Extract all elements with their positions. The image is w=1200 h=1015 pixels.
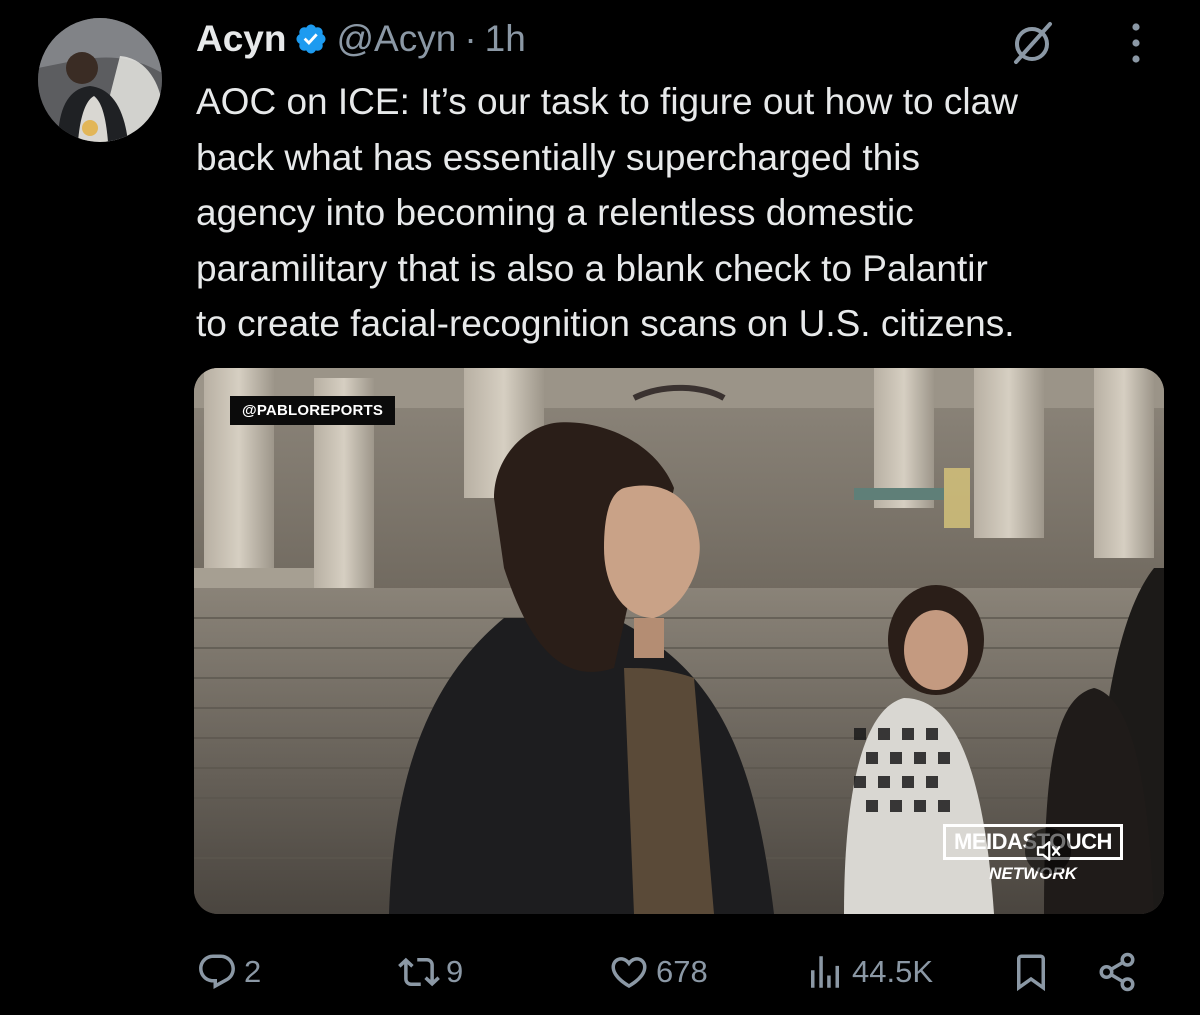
reply-button[interactable]: 2 xyxy=(196,940,261,1004)
tweet-text-line: to create facial-recognition scans on U.… xyxy=(196,303,1015,344)
reply-icon xyxy=(199,954,235,989)
tweet-text: AOC on ICE: It’s our task to figure out … xyxy=(196,74,1166,352)
avatar[interactable] xyxy=(38,18,162,142)
tweet-text-line: back what has essentially supercharged t… xyxy=(196,136,920,178)
reply-count: 2 xyxy=(244,954,262,989)
author-handle[interactable]: @Acyn xyxy=(336,18,456,60)
bookmark-button[interactable] xyxy=(1010,940,1052,1004)
media-watermark: @PABLOREPORTS xyxy=(230,396,396,425)
views-count: 44.5K xyxy=(852,954,934,989)
views-button[interactable]: 44.5K xyxy=(804,940,933,1004)
timestamp[interactable]: 1h xyxy=(485,18,526,60)
author-name[interactable]: Acyn xyxy=(196,18,286,60)
tweet-header: Acyn @Acyn · 1h xyxy=(196,14,526,64)
repost-icon xyxy=(398,957,440,987)
verified-badge-icon xyxy=(296,24,327,54)
speaker-muted-icon xyxy=(1036,841,1061,861)
share-icon xyxy=(1099,952,1135,992)
grok-icon[interactable] xyxy=(1006,16,1058,68)
tweet-text-line: paramilitary that is also a blank check … xyxy=(196,247,988,289)
like-button[interactable]: 678 xyxy=(608,940,708,1004)
repost-button[interactable]: 9 xyxy=(398,940,463,1004)
separator-dot: · xyxy=(464,18,477,59)
bookmark-icon xyxy=(1017,954,1045,992)
more-options-icon[interactable] xyxy=(1122,18,1150,68)
like-count: 678 xyxy=(656,954,708,989)
video-player[interactable]: @PABLOREPORTS MEIDASTOUCH NETWORK xyxy=(194,368,1164,914)
share-button[interactable] xyxy=(1096,940,1138,1004)
action-bar: 2 9 678 44.5K xyxy=(0,940,1200,1004)
mute-button[interactable] xyxy=(1025,828,1071,874)
repost-count: 9 xyxy=(446,954,464,989)
heart-icon xyxy=(611,957,647,989)
views-chart-icon xyxy=(811,956,839,988)
tweet-text-line: agency into becoming a relentless domest… xyxy=(196,192,914,233)
tweet-text-line: AOC on ICE: It’s our task to figure out … xyxy=(196,81,1018,122)
avatar-photo-icon xyxy=(38,18,162,142)
